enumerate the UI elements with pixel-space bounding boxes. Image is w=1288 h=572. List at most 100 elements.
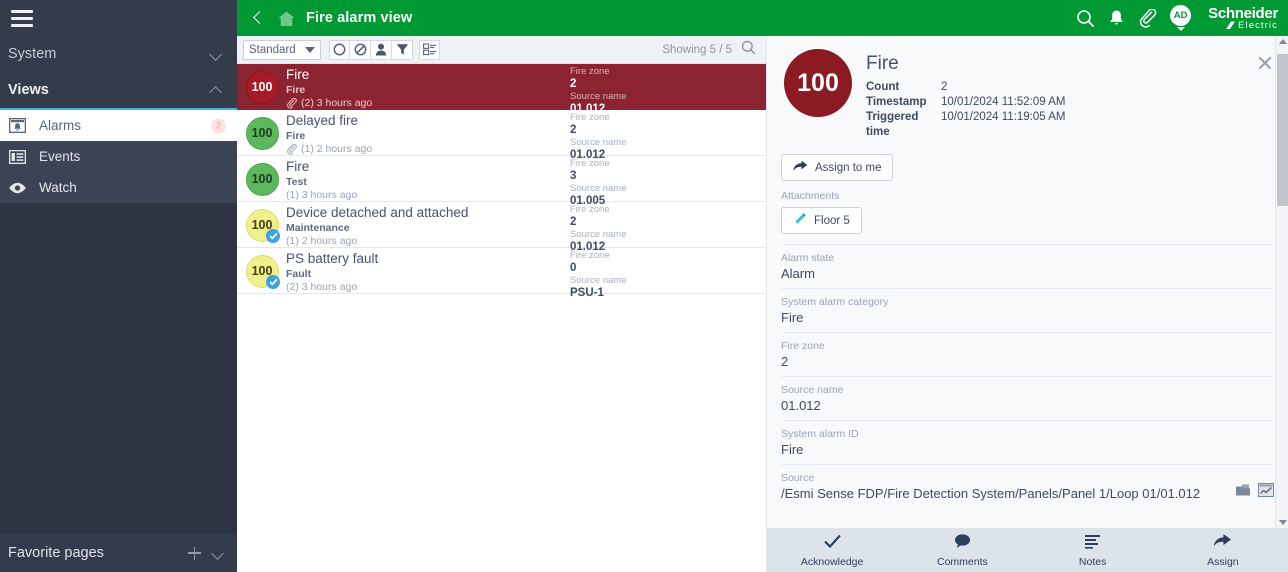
sidebar-item-watch[interactable]: Watch bbox=[0, 172, 237, 203]
detail-summary-value: 10/01/2024 11:52:09 AM bbox=[941, 96, 1066, 108]
alarm-category: Maintenance bbox=[286, 222, 350, 234]
scroll-down-arrow-icon[interactable] bbox=[1279, 520, 1287, 525]
chevron-down-icon[interactable] bbox=[212, 547, 225, 560]
alarm-meta-text: (1) 3 hours ago bbox=[286, 189, 358, 201]
alarm-row-fields: Fire zone 3 Source name 01.005 bbox=[570, 156, 766, 208]
home-icon[interactable] bbox=[277, 10, 296, 27]
sidebar-section-system-label: System bbox=[8, 46, 57, 62]
view-select[interactable]: Standard bbox=[243, 39, 321, 60]
column-settings-button[interactable] bbox=[419, 39, 440, 60]
paperclip-icon bbox=[286, 144, 297, 155]
detail-summary-row: Timestamp 10/01/2024 11:52:09 AM bbox=[866, 95, 1274, 110]
detail-summary-value: 2 bbox=[941, 81, 948, 93]
detail-field: System alarm category Fire bbox=[781, 288, 1274, 332]
detail-field-value: 01.012 bbox=[781, 398, 821, 413]
alarm-meta: (1) 2 hours ago bbox=[286, 143, 570, 156]
alarm-row-main: Fire Fire (2) 3 hours ago bbox=[281, 64, 570, 110]
alarm-row[interactable]: 100 PS battery fault Fault (2) 3 hours a… bbox=[237, 248, 766, 299]
circle-filter-button[interactable] bbox=[329, 39, 350, 60]
detail-summary-key: Triggered time bbox=[866, 111, 919, 138]
avatar[interactable]: AD bbox=[1170, 5, 1192, 31]
alarm-meta-text: (2) 3 hours ago bbox=[286, 281, 358, 293]
detail-summary-key: Timestamp bbox=[866, 96, 927, 108]
search-icon[interactable] bbox=[741, 40, 756, 60]
alarm-bell-icon bbox=[8, 117, 27, 134]
plus-icon[interactable] bbox=[188, 546, 201, 560]
person-filter-button[interactable] bbox=[371, 39, 392, 60]
alarm-meta-text: (2) 3 hours ago bbox=[301, 97, 373, 109]
alarm-row[interactable]: 100 Fire Test (1) 3 hours ago Fire zone … bbox=[237, 156, 766, 207]
alarm-category: Fire bbox=[286, 130, 306, 142]
acknowledged-check-icon bbox=[266, 229, 280, 243]
detail-summary-key: Count bbox=[866, 81, 900, 93]
action-acknowledge[interactable]: Acknowledge bbox=[767, 533, 897, 568]
alarm-title: PS battery fault bbox=[286, 251, 379, 266]
alarm-title: Fire bbox=[286, 159, 310, 174]
chevron-up-icon bbox=[210, 84, 223, 97]
sidebar: System Views Alarms 2 Events Watch Favor… bbox=[0, 0, 237, 572]
alarm-list-column: Standard Showing 5 / 5 100 Fire Fire (2)… bbox=[237, 36, 766, 572]
chevron-down-icon bbox=[305, 46, 315, 53]
search-icon[interactable] bbox=[1076, 9, 1095, 28]
detail-field-label: System alarm ID bbox=[781, 428, 859, 440]
sidebar-items: Alarms 2 Events Watch bbox=[0, 110, 237, 203]
sidebar-item-watch-label: Watch bbox=[39, 180, 77, 195]
back-arrow-icon[interactable] bbox=[249, 9, 267, 27]
disabled-filter-button[interactable] bbox=[350, 39, 371, 60]
funnel-filter-button[interactable] bbox=[392, 39, 413, 60]
alarm-meta-text: (1) 2 hours ago bbox=[286, 235, 358, 247]
assign-arrow-icon bbox=[1213, 533, 1233, 554]
source-name-label: Source name bbox=[570, 183, 627, 194]
page-title: Fire alarm view bbox=[306, 10, 413, 26]
trend-chart-icon[interactable] bbox=[1258, 483, 1274, 502]
action-notes[interactable]: Notes bbox=[1028, 533, 1158, 568]
notes-lines-icon bbox=[1083, 533, 1102, 554]
action-assign[interactable]: Assign bbox=[1158, 533, 1288, 568]
top-bar-actions: AD Schneider Electric bbox=[1076, 5, 1278, 31]
attachment-floor-5[interactable]: Floor 5 bbox=[781, 207, 862, 234]
bell-icon[interactable] bbox=[1108, 9, 1125, 28]
detail-field-value: /Esmi Sense FDP/Fire Detection System/Pa… bbox=[781, 486, 1201, 501]
favorite-pages-section[interactable]: Favorite pages bbox=[0, 534, 237, 572]
alarm-category: Test bbox=[286, 176, 307, 188]
source-name-label: Source name bbox=[570, 91, 627, 102]
sidebar-section-system[interactable]: System bbox=[0, 36, 237, 72]
sidebar-section-views[interactable]: Views bbox=[0, 72, 237, 108]
folder-icon[interactable] bbox=[1235, 483, 1251, 502]
alarm-row-main: Delayed fire Fire (1) 2 hours ago bbox=[281, 110, 570, 156]
scrollbar-thumb[interactable] bbox=[1277, 54, 1288, 206]
assign-to-me-label: Assign to me bbox=[815, 161, 882, 174]
brand-line-1: Schneider bbox=[1208, 4, 1278, 22]
scroll-up-arrow-icon[interactable] bbox=[1279, 39, 1287, 44]
alarm-meta: (2) 3 hours ago bbox=[286, 281, 570, 294]
favorite-pages-controls bbox=[188, 546, 225, 560]
detail-action-bar: Acknowledge Comments Notes Assign bbox=[767, 528, 1288, 572]
alarm-row[interactable]: 100 Fire Fire (2) 3 hours ago Fire zone … bbox=[237, 64, 766, 115]
detail-vertical-scrollbar[interactable] bbox=[1275, 36, 1288, 528]
paperclip-icon[interactable] bbox=[1138, 8, 1157, 28]
sidebar-item-alarms[interactable]: Alarms 2 bbox=[0, 110, 237, 141]
detail-field-label: Alarm state bbox=[781, 252, 835, 264]
assign-to-me-button[interactable]: Assign to me bbox=[781, 154, 894, 181]
alarm-row-main: Fire Test (1) 3 hours ago bbox=[281, 156, 570, 202]
detail-field-label: Source name bbox=[781, 384, 844, 396]
detail-field-source: Source /Esmi Sense FDP/Fire Detection Sy… bbox=[781, 464, 1274, 508]
alarm-meta-text: (1) 2 hours ago bbox=[301, 143, 373, 155]
source-name-label: Source name bbox=[570, 275, 627, 286]
sidebar-item-events[interactable]: Events bbox=[0, 141, 237, 172]
priority-badge: 100 bbox=[245, 70, 279, 104]
fire-zone-value: 3 bbox=[570, 170, 577, 182]
detail-field-value: Alarm bbox=[781, 266, 815, 281]
detail-title: Fire bbox=[866, 53, 899, 74]
alarm-row[interactable]: 100 Delayed fire Fire (1) 2 hours ago Fi… bbox=[237, 110, 766, 161]
action-label: Notes bbox=[1078, 555, 1107, 568]
source-name-label: Source name bbox=[570, 137, 627, 148]
attachment-label: Floor 5 bbox=[814, 214, 850, 227]
close-icon[interactable] bbox=[1256, 54, 1274, 72]
action-comments[interactable]: Comments bbox=[897, 533, 1027, 568]
detail-summary-value: 10/01/2024 11:19:05 AM bbox=[941, 111, 1066, 123]
showing-count: Showing 5 / 5 bbox=[662, 43, 732, 56]
alarm-row[interactable]: 100 Device detached and attached Mainten… bbox=[237, 202, 766, 253]
alarm-row-main: PS battery fault Fault (2) 3 hours ago bbox=[281, 248, 570, 294]
hamburger-icon[interactable] bbox=[11, 9, 33, 27]
